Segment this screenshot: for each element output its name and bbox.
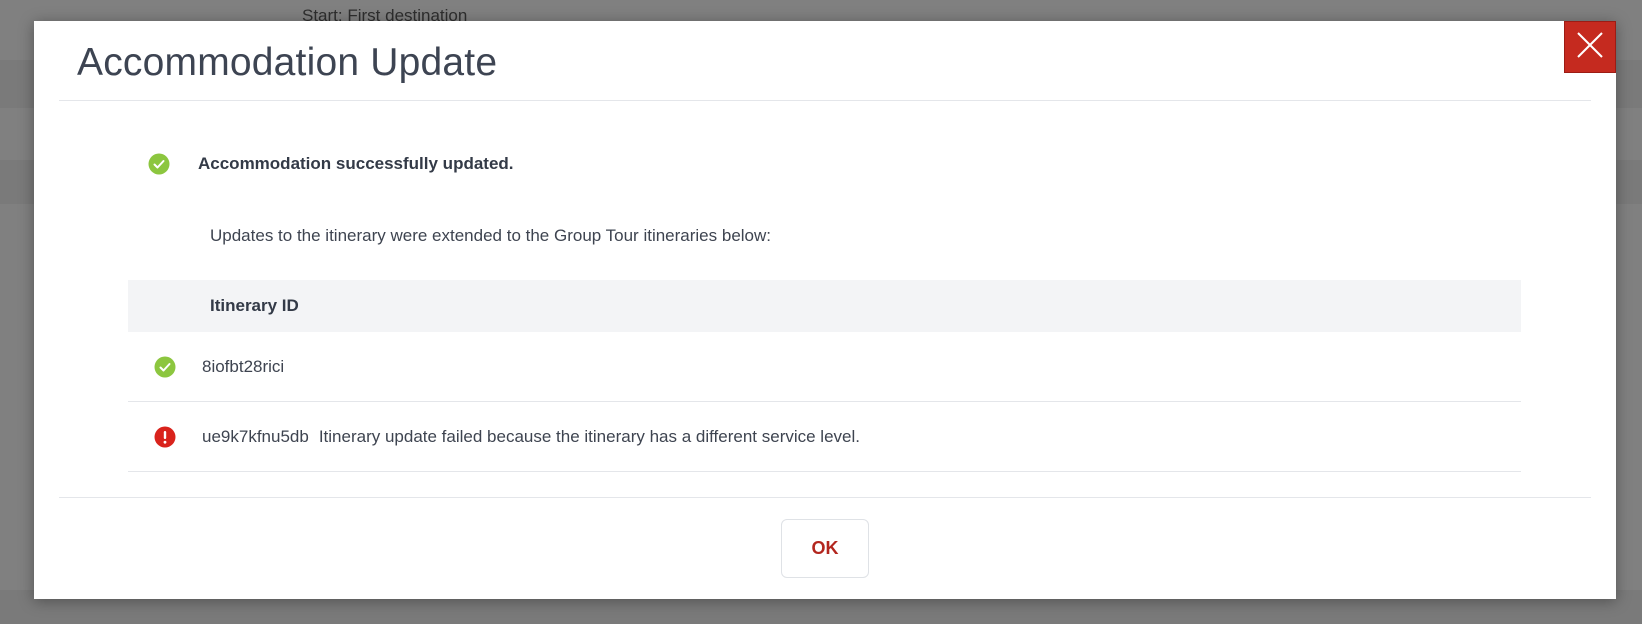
itinerary-id: 8iofbt28rici: [202, 357, 285, 376]
table-header: Itinerary ID: [128, 280, 1521, 332]
success-message: Accommodation successfully updated.: [198, 154, 514, 173]
check-circle-icon: [154, 356, 176, 378]
footer-divider: [59, 497, 1591, 498]
itinerary-id-column-header: Itinerary ID: [210, 296, 299, 315]
itinerary-error-entry: ue9k7kfnu5db Itinerary update failed beca…: [202, 427, 860, 447]
table-row: ue9k7kfnu5db Itinerary update failed beca…: [128, 402, 1521, 472]
ok-button[interactable]: OK: [781, 519, 869, 578]
update-description: Updates to the itinerary were extended t…: [210, 226, 771, 245]
header-divider: [59, 100, 1591, 101]
table-row: 8iofbt28rici: [128, 332, 1521, 402]
close-button[interactable]: [1564, 21, 1616, 73]
accommodation-update-dialog: Accommodation Update Accommodation succe…: [34, 21, 1616, 599]
dialog-title: Accommodation Update: [77, 41, 498, 84]
close-icon: [1575, 30, 1605, 65]
exclamation-circle-icon: [154, 426, 176, 448]
error-message: Itinerary update failed because the itin…: [318, 427, 860, 446]
itinerary-id: ue9k7kfnu5db: [202, 427, 309, 446]
success-status: Accommodation successfully updated.: [148, 153, 514, 175]
check-circle-icon: [148, 153, 170, 175]
